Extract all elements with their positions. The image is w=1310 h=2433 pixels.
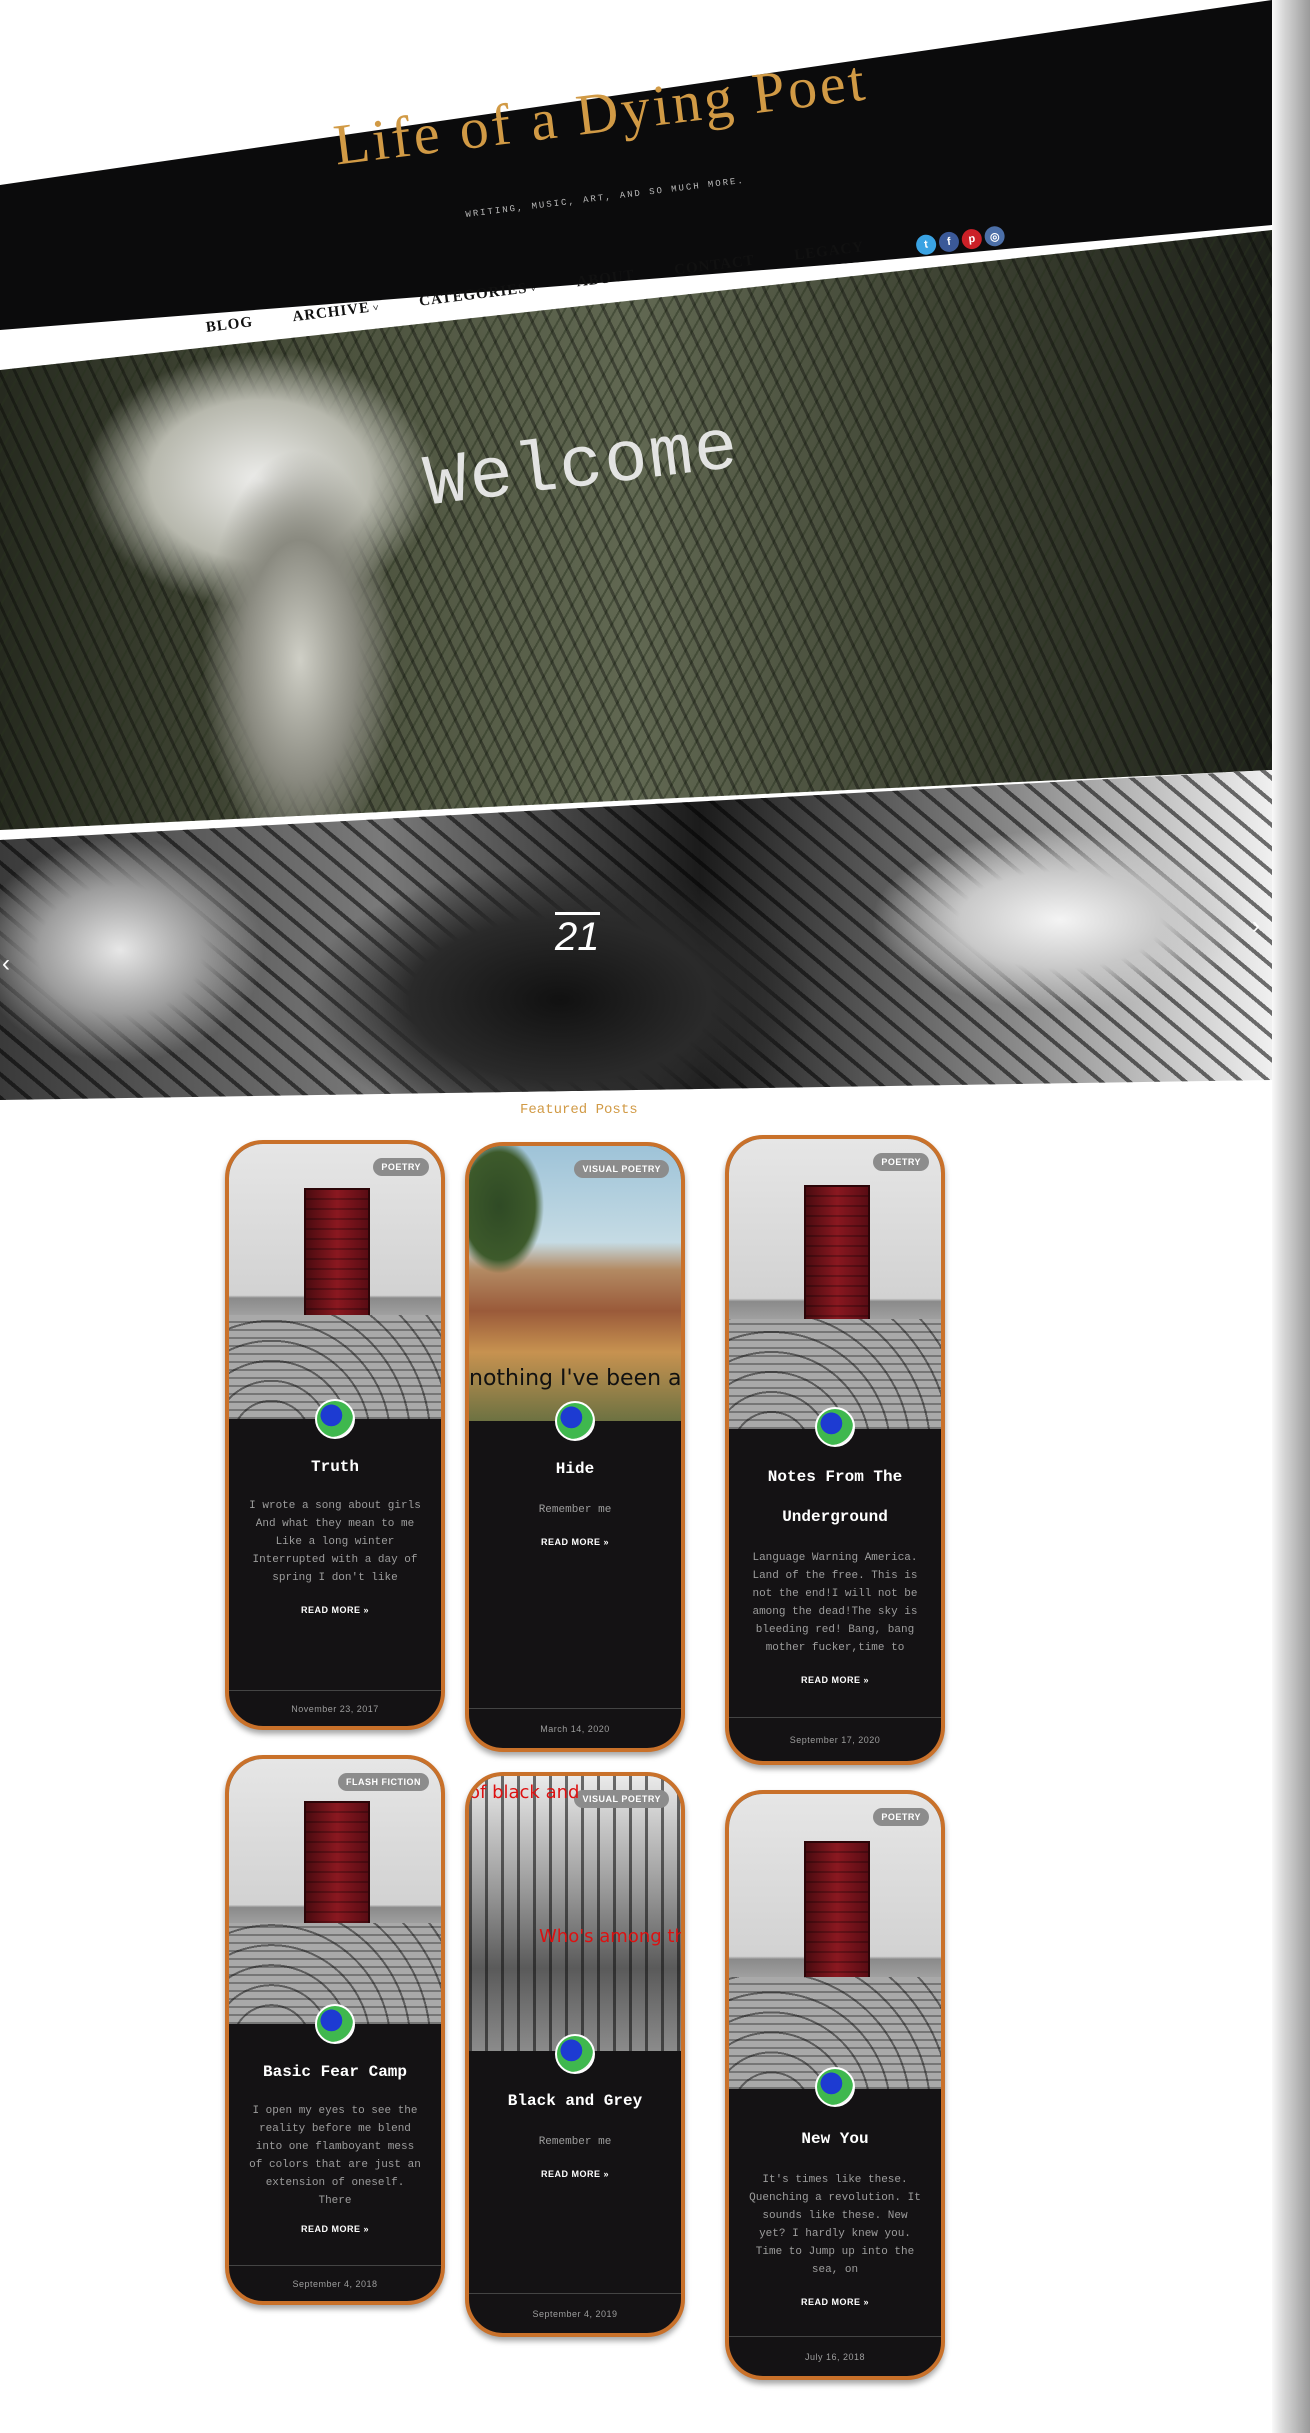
post-title[interactable]: Basic Fear Camp	[229, 2052, 441, 2092]
page: Life of a Dying Poet WRITING, MUSIC, ART…	[0, 0, 1272, 2433]
avatar	[815, 2067, 855, 2107]
post-excerpt: Remember me	[538, 2136, 612, 2148]
category-badge[interactable]: VISUAL POETRY	[574, 1160, 669, 1178]
slider-next-arrow[interactable]: ›	[1252, 912, 1260, 940]
pinterest-icon[interactable]: p	[960, 227, 983, 251]
category-badge[interactable]: FLASH FICTION	[338, 1773, 429, 1791]
post-card[interactable]: FLASH FICTION Basic Fear Camp I open my …	[225, 1755, 445, 2305]
post-thumbnail[interactable]: VISUAL POETRY nothing I've been able t	[469, 1146, 681, 1421]
category-badge[interactable]: POETRY	[373, 1158, 429, 1176]
post-excerpt: Language Warning America. Land of the fr…	[752, 1552, 918, 1654]
avatar	[315, 2004, 355, 2044]
post-card[interactable]: POETRY Notes From The Underground Langua…	[725, 1135, 945, 1765]
post-title[interactable]: Black and Grey	[469, 2081, 681, 2121]
read-more-link[interactable]: READ MORE »	[229, 1605, 441, 1615]
category-badge[interactable]: POETRY	[873, 1808, 929, 1826]
post-excerpt: Remember me	[538, 1504, 612, 1516]
post-excerpt: It's times like these. Quenching a revol…	[749, 2174, 921, 2276]
read-more-link[interactable]: READ MORE »	[469, 2169, 681, 2179]
instagram-icon[interactable]: ◎	[983, 225, 1006, 248]
post-title[interactable]: Hide	[469, 1449, 681, 1489]
avatar	[315, 1399, 355, 1439]
post-title[interactable]: Truth	[229, 1447, 441, 1487]
read-more-link[interactable]: READ MORE »	[729, 1675, 941, 1685]
read-more-link[interactable]: READ MORE »	[469, 1537, 681, 1547]
page-edge-shadow	[1270, 0, 1310, 2433]
post-date: November 23, 2017	[229, 1690, 441, 1726]
post-card[interactable]: VISUAL POETRY nothing I've been able t H…	[465, 1142, 685, 1752]
post-thumbnail[interactable]: POETRY	[729, 1139, 941, 1429]
image-caption: Who's among the	[539, 1926, 685, 1947]
post-card[interactable]: VISUAL POETRY of black and Who's among t…	[465, 1772, 685, 2337]
post-excerpt: I wrote a song about girls And what they…	[249, 1500, 421, 1584]
post-excerpt: I open my eyes to see the reality before…	[249, 2105, 421, 2207]
post-thumbnail[interactable]: VISUAL POETRY of black and Who's among t…	[469, 1776, 681, 2051]
chevron-down-icon: ˅	[372, 302, 381, 315]
chevron-down-icon: ˅	[529, 283, 538, 296]
post-thumbnail[interactable]: POETRY	[729, 1794, 941, 2089]
post-date: September 4, 2018	[229, 2265, 441, 2301]
slide-number: 21	[555, 912, 600, 957]
post-date: September 17, 2020	[729, 1717, 941, 1761]
post-date: March 14, 2020	[469, 1708, 681, 1748]
read-more-link[interactable]: READ MORE »	[229, 2224, 441, 2234]
image-caption: nothing I've been able t	[469, 1366, 681, 1391]
featured-posts-heading: Featured Posts	[520, 1102, 638, 1118]
post-card[interactable]: POETRY New You It's times like these. Qu…	[725, 1790, 945, 2380]
post-title[interactable]: New You	[729, 2119, 941, 2159]
facebook-icon[interactable]: f	[937, 230, 961, 254]
avatar	[555, 1401, 595, 1441]
image-caption: of black and	[469, 1782, 580, 1803]
post-title[interactable]: Notes From The Underground	[729, 1457, 941, 1537]
post-date: July 16, 2018	[729, 2336, 941, 2376]
post-thumbnail[interactable]: FLASH FICTION	[229, 1759, 441, 2024]
avatar	[815, 1407, 855, 1447]
post-thumbnail[interactable]: POETRY	[229, 1144, 441, 1419]
avatar	[555, 2034, 595, 2074]
read-more-link[interactable]: READ MORE »	[729, 2297, 941, 2307]
slider-prev-arrow[interactable]: ‹	[2, 950, 10, 978]
post-card[interactable]: POETRY Truth I wrote a song about girls …	[225, 1140, 445, 1730]
post-date: September 4, 2019	[469, 2293, 681, 2333]
twitter-icon[interactable]: t	[915, 233, 938, 256]
category-badge[interactable]: POETRY	[873, 1153, 929, 1171]
